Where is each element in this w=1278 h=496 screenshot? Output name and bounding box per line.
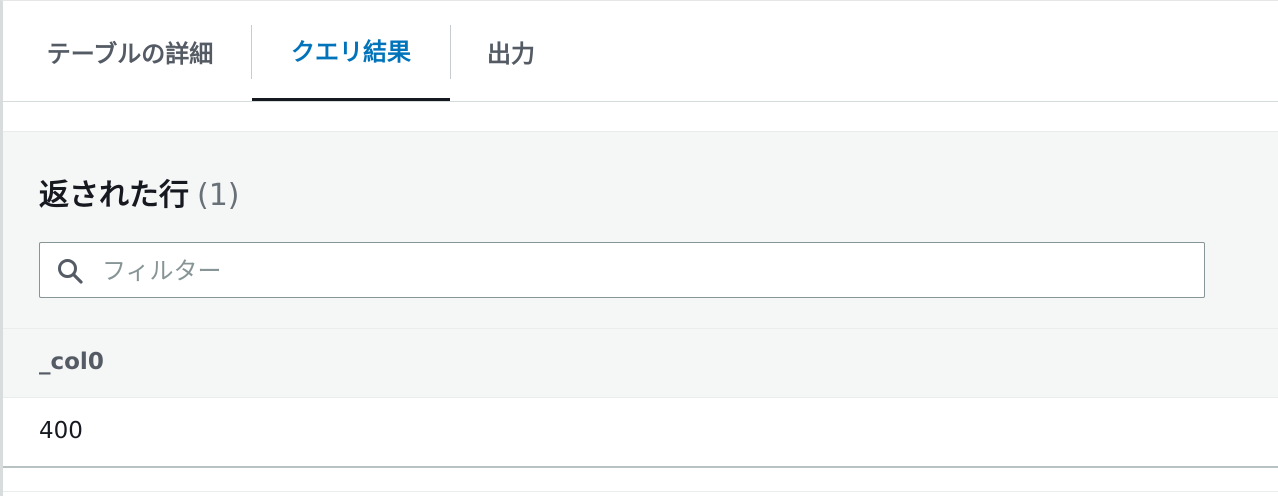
table-header-row: _col0 bbox=[3, 328, 1278, 398]
search-icon bbox=[58, 259, 83, 284]
query-results-panel: テーブルの詳細 クエリ結果 出力 返された行(1) _col0 400 bbox=[0, 0, 1278, 496]
divider bbox=[3, 491, 1278, 492]
table-row: 400 bbox=[3, 398, 1278, 468]
table-cell: 400 bbox=[39, 418, 83, 444]
column-header-col0[interactable]: _col0 bbox=[39, 349, 104, 375]
tab-query-results[interactable]: クエリ結果 bbox=[252, 1, 450, 101]
results-count: (1) bbox=[197, 178, 240, 213]
results-heading-label: 返された行 bbox=[39, 178, 189, 213]
tab-divider bbox=[450, 25, 451, 79]
filter-input[interactable] bbox=[100, 249, 1194, 293]
results-heading: 返された行 (1) bbox=[39, 170, 240, 214]
tab-output[interactable]: 出力 bbox=[481, 1, 541, 101]
filter-field[interactable] bbox=[39, 242, 1205, 298]
tab-bar: テーブルの詳細 クエリ結果 出力 bbox=[3, 1, 1278, 102]
tab-table-details[interactable]: テーブルの詳細 bbox=[39, 1, 221, 101]
results-container: 返された行(1) _col0 400 bbox=[3, 131, 1278, 468]
